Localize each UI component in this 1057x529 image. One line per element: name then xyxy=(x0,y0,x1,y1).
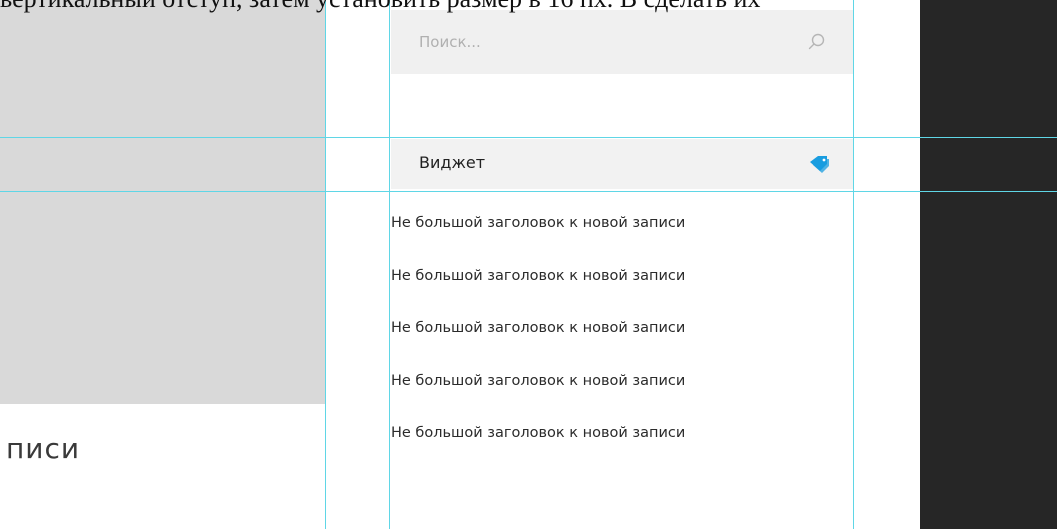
post-list: Не большой заголовок к новой записи Не б… xyxy=(391,208,853,471)
guide-line xyxy=(0,137,1057,138)
caption-text: вертикальный отступ, затем установить ра… xyxy=(0,0,1057,14)
guide-line xyxy=(325,0,326,529)
widget-header: Виджет xyxy=(391,139,853,189)
post-link[interactable]: Не большой заголовок к новой записи xyxy=(391,208,853,261)
dark-panel xyxy=(920,0,1057,529)
search-icon[interactable] xyxy=(807,32,827,52)
guide-line xyxy=(853,0,854,529)
search-box xyxy=(391,10,853,74)
post-link[interactable]: Не большой заголовок к новой записи xyxy=(391,261,853,314)
search-input[interactable] xyxy=(419,30,779,54)
post-link[interactable]: Не большой заголовок к новой записи xyxy=(391,313,853,366)
guide-line xyxy=(389,0,390,529)
widget-title: Виджет xyxy=(419,153,486,172)
post-link[interactable]: Не большой заголовок к новой записи xyxy=(391,366,853,419)
guide-line xyxy=(0,191,1057,192)
post-image-placeholder xyxy=(0,0,325,404)
post-link[interactable]: Не большой заголовок к новой записи xyxy=(391,418,853,471)
page: писи Виджет Не большой заго xyxy=(0,0,1057,529)
tag-icon xyxy=(807,153,831,175)
post-title[interactable]: писи xyxy=(6,432,80,465)
sidebar: Виджет Не большой заголовок к новой запи… xyxy=(391,0,853,529)
